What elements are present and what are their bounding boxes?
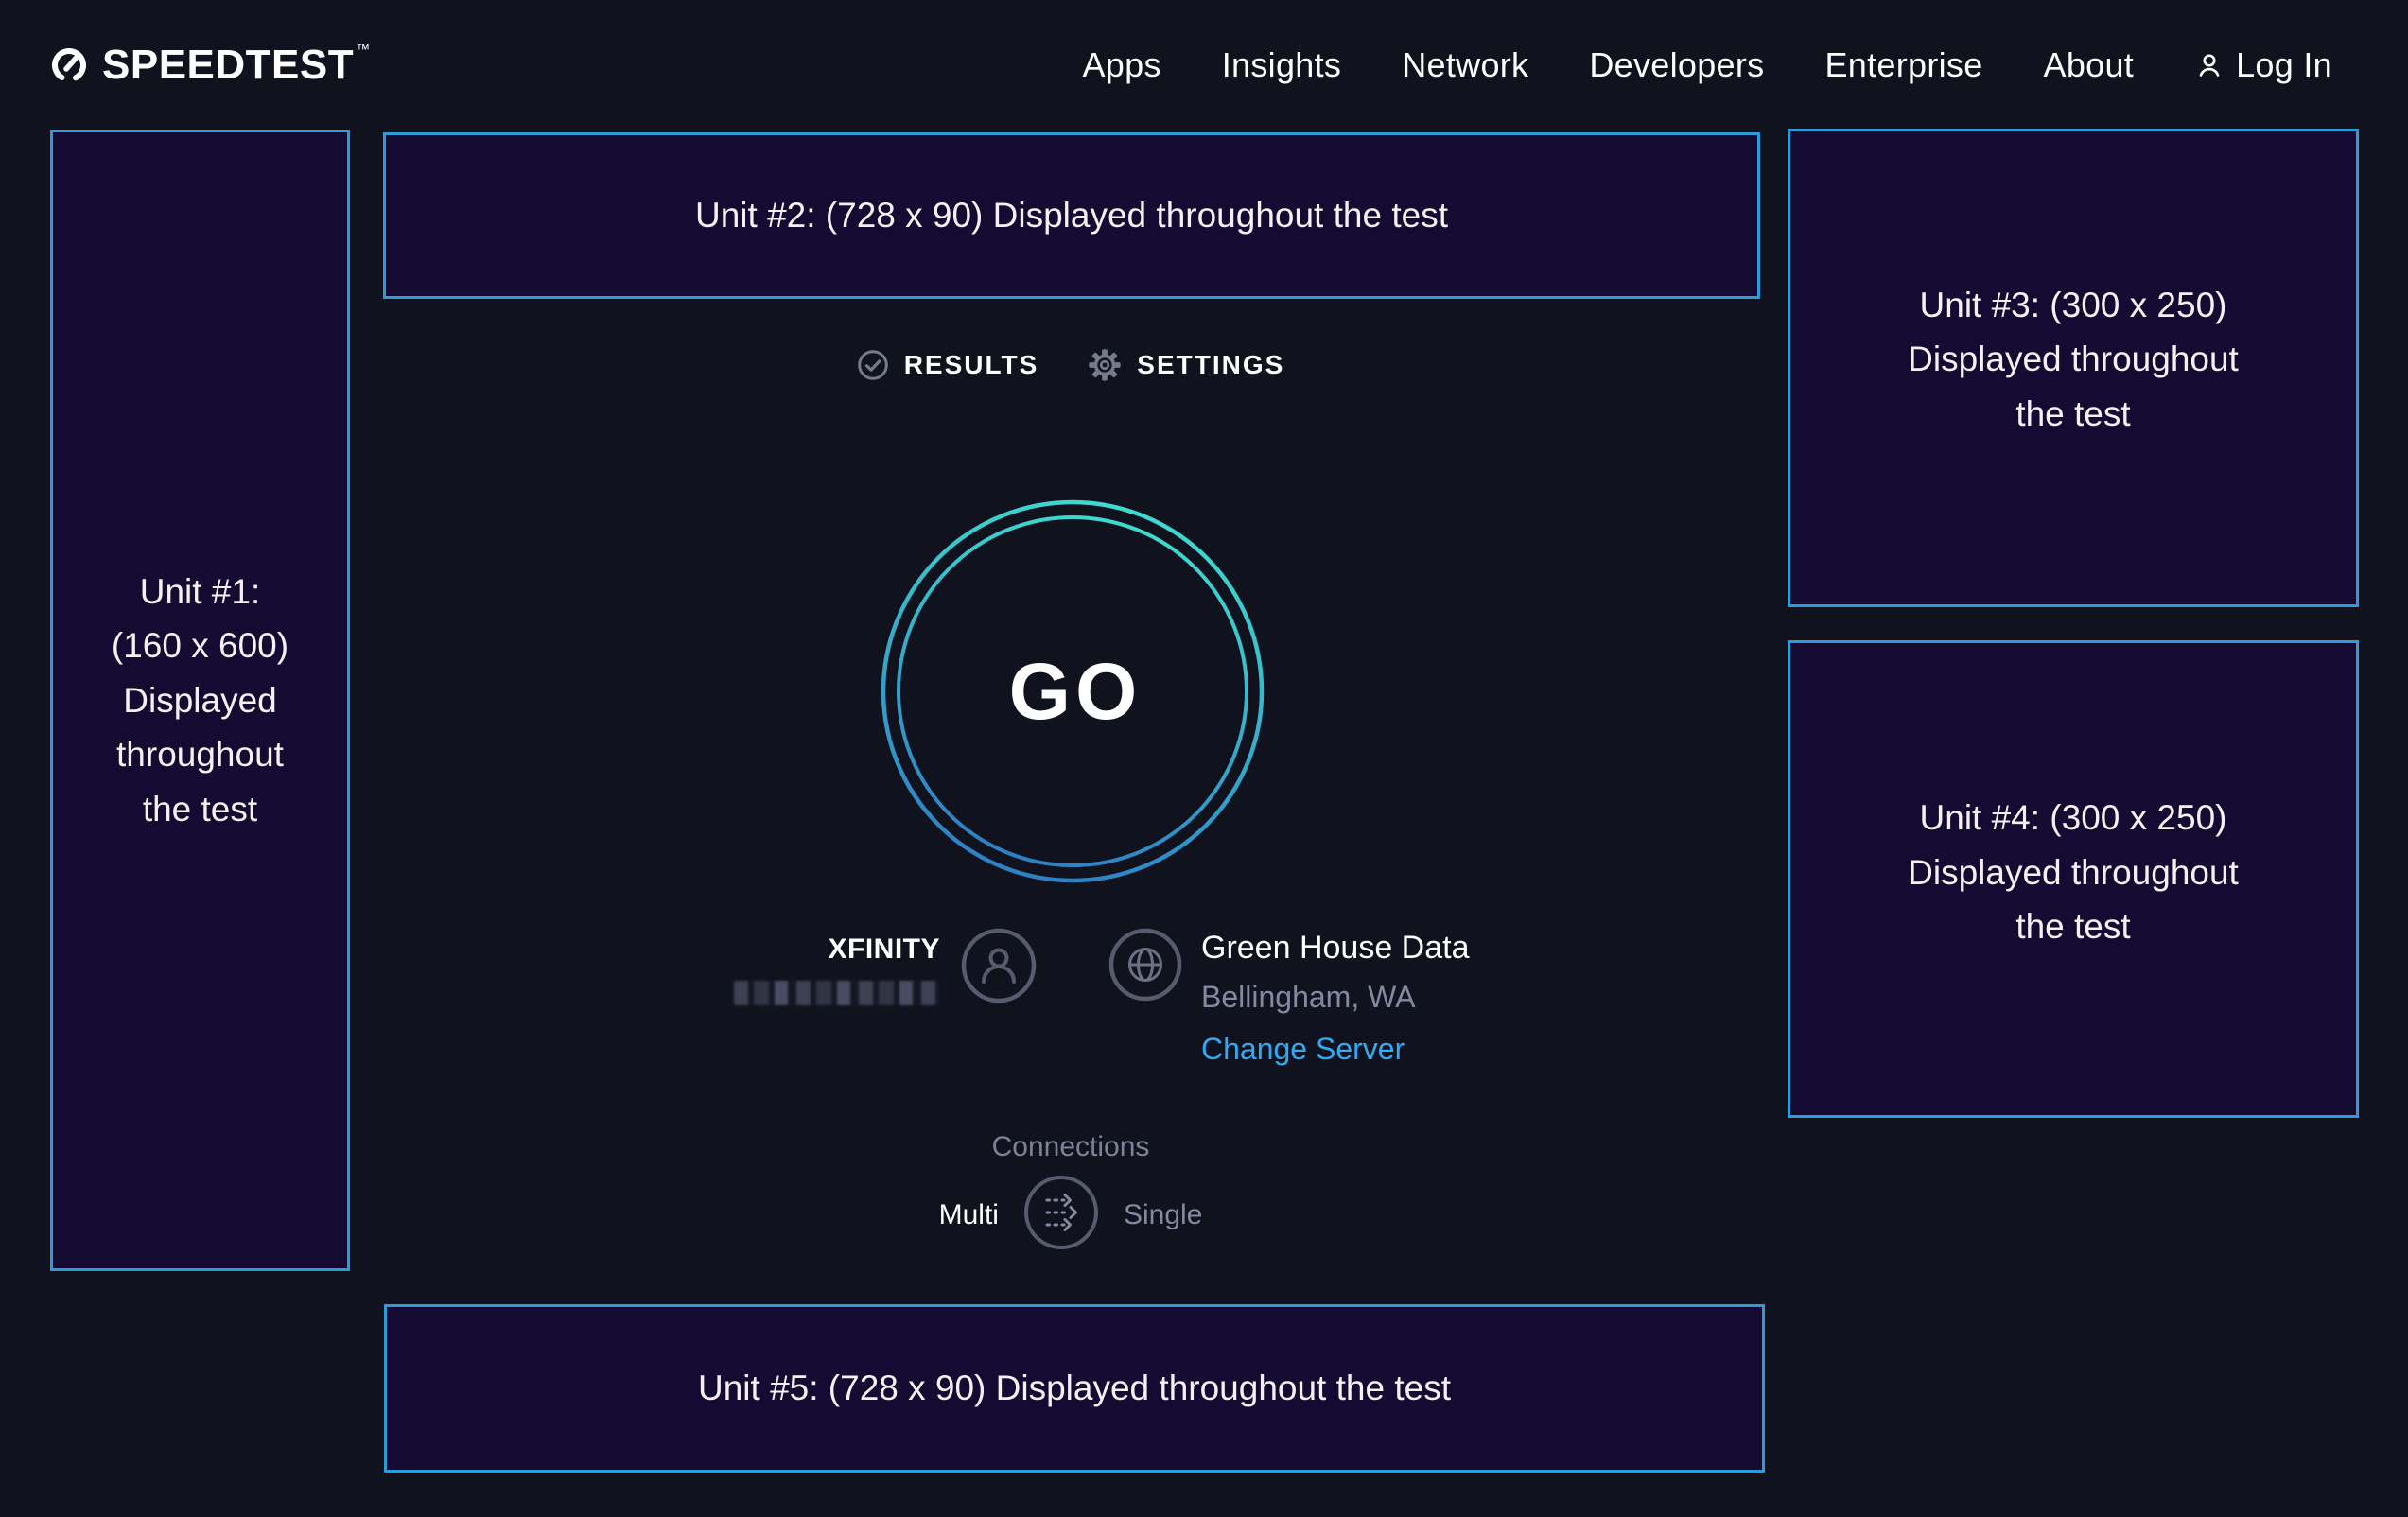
ad-unit-5-label: Unit #5: (728 x 90) Displayed throughout…	[698, 1361, 1451, 1415]
ad-unit-3-label: Unit #3: (300 x 250) Displayed throughou…	[1908, 278, 2239, 441]
brand-name: SPEEDTEST™	[102, 44, 369, 86]
connections-label: Connections	[992, 1131, 1150, 1163]
globe-circle-icon	[1108, 928, 1182, 1002]
speedtest-page: SPEEDTEST™ Apps Insights Network Develop…	[0, 0, 2408, 1517]
ad-unit-1-label: Unit #1: (160 x 600) Displayed throughou…	[112, 565, 288, 836]
speedtest-logo[interactable]: SPEEDTEST™	[51, 44, 369, 86]
go-label: GO	[874, 493, 1271, 890]
tab-settings[interactable]: SETTINGS	[1088, 348, 1284, 382]
multi-connections-icon	[1023, 1175, 1099, 1250]
ad-unit-2: Unit #2: (728 x 90) Displayed throughout…	[383, 132, 1760, 299]
nav-item-apps[interactable]: Apps	[1082, 45, 1160, 85]
tab-settings-label: SETTINGS	[1137, 350, 1284, 380]
gear-icon	[1088, 348, 1122, 382]
main-nav: Apps Insights Network Developers Enterpr…	[1082, 45, 2332, 85]
connections-section: Connections Multi Single	[352, 1131, 1789, 1255]
header: SPEEDTEST™ Apps Insights Network Develop…	[0, 0, 2408, 131]
multi-label: Multi	[939, 1199, 999, 1231]
nav-item-about[interactable]: About	[2044, 45, 2135, 85]
user-icon	[2194, 50, 2225, 80]
ad-unit-5: Unit #5: (728 x 90) Displayed throughout…	[384, 1304, 1765, 1473]
server-location: Bellingham, WA	[1201, 980, 1470, 1015]
tabs-row: RESULTS	[352, 348, 1789, 382]
tab-results-label: RESULTS	[904, 350, 1039, 380]
connections-toggle-row: Multi Single	[939, 1175, 1203, 1255]
nav-item-enterprise[interactable]: Enterprise	[1824, 45, 1982, 85]
change-server-link[interactable]: Change Server	[1201, 1032, 1470, 1067]
login-label: Log In	[2236, 45, 2332, 85]
connection-mode-toggle[interactable]	[1023, 1175, 1099, 1255]
isp-info: XFINITY	[734, 928, 1037, 1005]
trademark: ™	[356, 42, 371, 58]
single-label: Single	[1124, 1199, 1202, 1231]
check-circle-icon	[857, 349, 889, 381]
go-button[interactable]: GO	[874, 493, 1271, 890]
tab-results[interactable]: RESULTS	[857, 349, 1039, 381]
nav-item-developers[interactable]: Developers	[1589, 45, 1764, 85]
server-name: Green House Data	[1201, 930, 1470, 967]
nav-item-network[interactable]: Network	[1402, 45, 1528, 85]
ad-unit-4: Unit #4: (300 x 250) Displayed throughou…	[1788, 640, 2359, 1118]
server-info: Green House Data Bellingham, WA Change S…	[1108, 928, 1470, 1067]
person-circle-icon	[961, 928, 1037, 1003]
login-button[interactable]: Log In	[2194, 45, 2332, 85]
ad-unit-2-label: Unit #2: (728 x 90) Displayed throughout…	[695, 188, 1448, 242]
ad-unit-3: Unit #3: (300 x 250) Displayed throughou…	[1788, 129, 2359, 607]
gauge-icon	[51, 47, 87, 83]
ip-address-redacted	[734, 981, 940, 1005]
ad-unit-1: Unit #1: (160 x 600) Displayed throughou…	[50, 130, 350, 1271]
ad-unit-4-label: Unit #4: (300 x 250) Displayed throughou…	[1908, 791, 2239, 953]
isp-name: XFINITY	[734, 933, 940, 966]
nav-item-insights[interactable]: Insights	[1222, 45, 1341, 85]
